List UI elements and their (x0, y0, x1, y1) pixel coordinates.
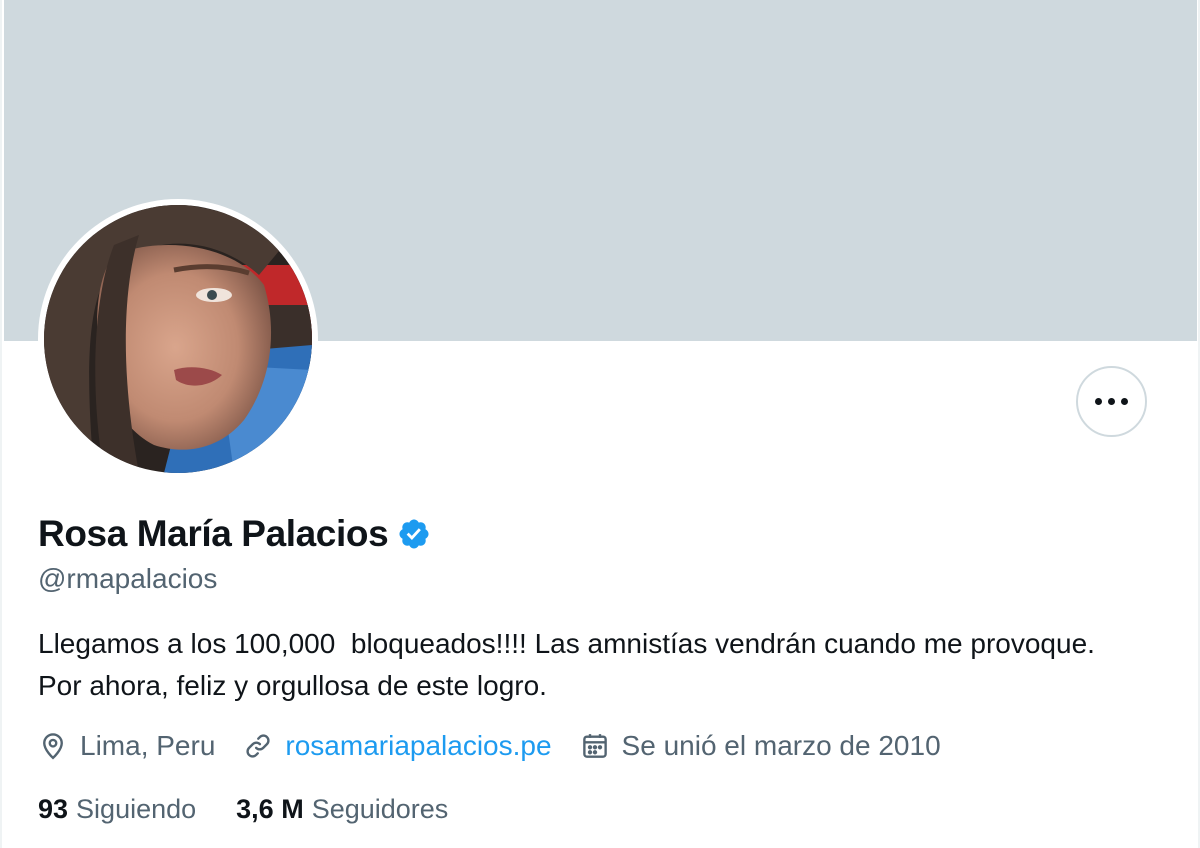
location-pin-icon (38, 731, 68, 761)
followers-count: 3,6 M (236, 793, 304, 824)
more-options-dot (1121, 398, 1128, 405)
profile-bio: Llegamos a los 100,000 bloqueados!!!! La… (38, 628, 1103, 701)
meta-location: Lima, Peru (38, 730, 215, 762)
display-name: Rosa María Palacios (38, 513, 389, 554)
website-link[interactable]: rosamariapalacios.pe (285, 730, 551, 762)
meta-website: rosamariapalacios.pe (243, 730, 552, 762)
link-icon (243, 731, 273, 761)
meta-joined: Se unió el marzo de 2010 (580, 730, 941, 762)
more-options-icon (1095, 398, 1102, 405)
followers-label: Seguidores (311, 793, 449, 824)
location-text: Lima, Peru (80, 730, 216, 761)
profile-handle: @rmapalacios (38, 563, 218, 594)
more-options-button[interactable] (1076, 366, 1147, 437)
following-count: 93 (38, 793, 69, 824)
profile-meta: Lima, Peru rosamariapalacios.pe Se unió … (38, 726, 969, 766)
avatar[interactable] (44, 205, 312, 473)
profile-header: Rosa María Palacios @rmapalacios Llegamo… (0, 0, 1200, 848)
profile-stats: 93 Siguiendo 3,6 M Seguidores (38, 789, 488, 829)
following-link[interactable]: 93 Siguiendo (38, 794, 196, 825)
followers-link[interactable]: 3,6 M Seguidores (236, 794, 448, 825)
avatar-photo (44, 205, 312, 473)
more-options-dot (1108, 398, 1115, 405)
following-label: Siguiendo (76, 793, 197, 824)
joined-text: Se unió el marzo de 2010 (621, 730, 941, 761)
verified-badge-icon[interactable] (397, 517, 431, 551)
name-row: Rosa María Palacios (38, 512, 431, 556)
calendar-icon (580, 731, 610, 761)
